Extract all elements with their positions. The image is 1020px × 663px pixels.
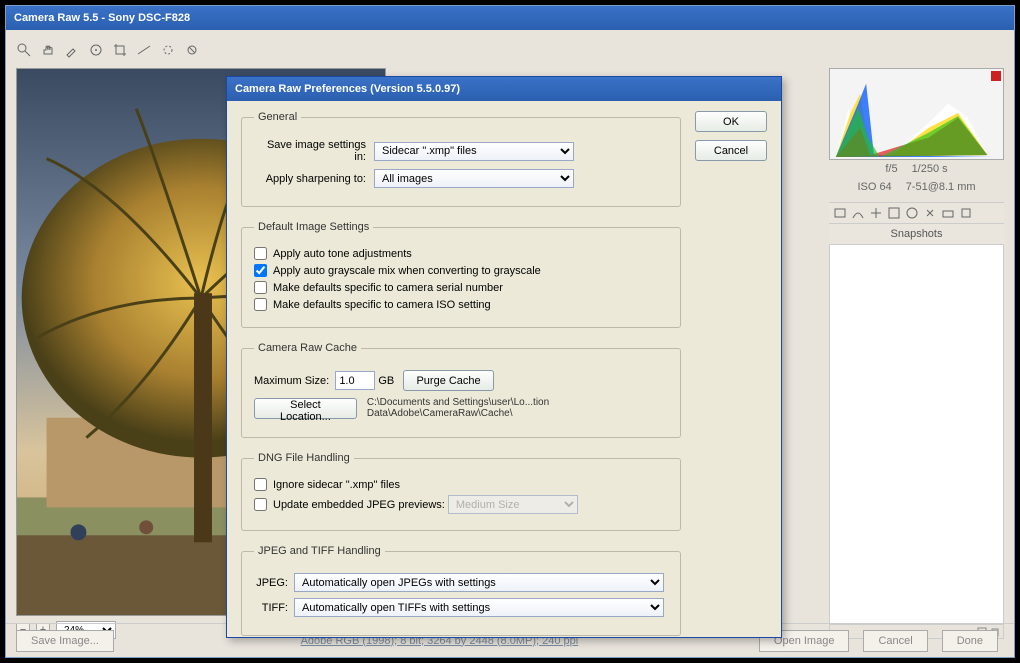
crop-icon[interactable] bbox=[112, 42, 128, 58]
purge-cache-button[interactable]: Purge Cache bbox=[403, 370, 493, 391]
tiff-label: TIFF: bbox=[254, 602, 294, 614]
auto-gray-checkbox[interactable] bbox=[254, 264, 267, 277]
general-group: General Save image settings in: Sidecar … bbox=[241, 111, 681, 207]
tab-lens-icon[interactable] bbox=[923, 206, 937, 220]
sampler-icon[interactable] bbox=[88, 42, 104, 58]
dng-legend: DNG File Handling bbox=[254, 452, 354, 464]
iso-label: Make defaults specific to camera ISO set… bbox=[273, 299, 491, 311]
ignore-xmp-checkbox[interactable] bbox=[254, 478, 267, 491]
done-button[interactable]: Done bbox=[942, 630, 998, 652]
sharpen-label: Apply sharpening to: bbox=[254, 173, 374, 185]
redeye-icon[interactable] bbox=[184, 42, 200, 58]
toolbar bbox=[16, 38, 200, 62]
clip-warning-icon[interactable] bbox=[991, 71, 1001, 81]
app-window: Camera Raw 5.5 - Sony DSC-F828 bbox=[5, 5, 1015, 658]
aperture-value: f/5 bbox=[885, 163, 897, 175]
tab-detail-icon[interactable] bbox=[869, 206, 883, 220]
spot-icon[interactable] bbox=[160, 42, 176, 58]
serial-checkbox[interactable] bbox=[254, 281, 267, 294]
zoom-icon[interactable] bbox=[16, 42, 32, 58]
cache-group: Camera Raw Cache Maximum Size: GB Purge … bbox=[241, 342, 681, 438]
cancel-button[interactable]: Cancel bbox=[863, 630, 927, 652]
gb-label: GB bbox=[378, 375, 394, 387]
tab-camera-icon[interactable] bbox=[941, 206, 955, 220]
dng-group: DNG File Handling Ignore sidecar ".xmp" … bbox=[241, 452, 681, 531]
update-preview-label: Update embedded JPEG previews: bbox=[273, 499, 445, 511]
tab-hsl-icon[interactable] bbox=[887, 206, 901, 220]
iso-checkbox[interactable] bbox=[254, 298, 267, 311]
dialog-titlebar: Camera Raw Preferences (Version 5.5.0.97… bbox=[227, 77, 781, 101]
tiff-select[interactable]: Automatically open TIFFs with settings bbox=[294, 598, 664, 617]
app-body: − + 24% f/51/250 s ISO 647-51@8.1 mm bbox=[6, 30, 1014, 657]
dialog-title: Camera Raw Preferences (Version 5.5.0.97… bbox=[235, 83, 460, 95]
jpeg-tiff-group: JPEG and TIFF Handling JPEG: Automatical… bbox=[241, 545, 681, 636]
save-settings-label: Save image settings in: bbox=[254, 139, 374, 163]
save-settings-select[interactable]: Sidecar ".xmp" files bbox=[374, 142, 574, 161]
histogram[interactable] bbox=[829, 68, 1004, 160]
cache-legend: Camera Raw Cache bbox=[254, 342, 361, 354]
snapshots-list[interactable] bbox=[829, 245, 1004, 625]
app-title: Camera Raw 5.5 - Sony DSC-F828 bbox=[14, 12, 190, 24]
general-legend: General bbox=[254, 111, 301, 123]
hand-icon[interactable] bbox=[40, 42, 56, 58]
defaults-legend: Default Image Settings bbox=[254, 221, 373, 233]
app-titlebar: Camera Raw 5.5 - Sony DSC-F828 bbox=[6, 6, 1014, 30]
ignore-xmp-label: Ignore sidecar ".xmp" files bbox=[273, 479, 400, 491]
cache-path: C:\Documents and Settings\user\Lo...tion… bbox=[367, 397, 668, 419]
shutter-value: 1/250 s bbox=[912, 163, 948, 175]
ok-button[interactable]: OK bbox=[695, 111, 767, 132]
auto-tone-checkbox[interactable] bbox=[254, 247, 267, 260]
preferences-dialog: Camera Raw Preferences (Version 5.5.0.97… bbox=[226, 76, 782, 638]
focal-value: 7-51@8.1 mm bbox=[906, 181, 976, 193]
serial-label: Make defaults specific to camera serial … bbox=[273, 282, 503, 294]
panel-title: Snapshots bbox=[829, 224, 1004, 245]
tab-presets-icon[interactable] bbox=[959, 206, 973, 220]
auto-gray-label: Apply auto grayscale mix when converting… bbox=[273, 265, 541, 277]
update-preview-checkbox[interactable] bbox=[254, 498, 267, 511]
tab-basic-icon[interactable] bbox=[833, 206, 847, 220]
preview-size-select: Medium Size bbox=[448, 495, 578, 514]
tab-curve-icon[interactable] bbox=[851, 206, 865, 220]
jpeg-select[interactable]: Automatically open JPEGs with settings bbox=[294, 573, 664, 592]
select-location-button[interactable]: Select Location... bbox=[254, 398, 357, 419]
max-size-input[interactable] bbox=[335, 371, 375, 390]
right-panel: f/5 1/250 s ISO 64 7-51@8.1 mm Snapshots bbox=[829, 68, 1004, 639]
defaults-group: Default Image Settings Apply auto tone a… bbox=[241, 221, 681, 328]
sharpen-select[interactable]: All images bbox=[374, 169, 574, 188]
jpeg-tiff-legend: JPEG and TIFF Handling bbox=[254, 545, 385, 557]
auto-tone-label: Apply auto tone adjustments bbox=[273, 248, 412, 260]
tab-split-icon[interactable] bbox=[905, 206, 919, 220]
max-size-label: Maximum Size: bbox=[254, 375, 329, 387]
straighten-icon[interactable] bbox=[136, 42, 152, 58]
cancel-button[interactable]: Cancel bbox=[695, 140, 767, 161]
save-image-button[interactable]: Save Image... bbox=[16, 630, 114, 652]
jpeg-label: JPEG: bbox=[254, 577, 294, 589]
eyedropper-icon[interactable] bbox=[64, 42, 80, 58]
iso-value: ISO 64 bbox=[857, 181, 891, 193]
panel-tabs bbox=[829, 202, 1004, 224]
